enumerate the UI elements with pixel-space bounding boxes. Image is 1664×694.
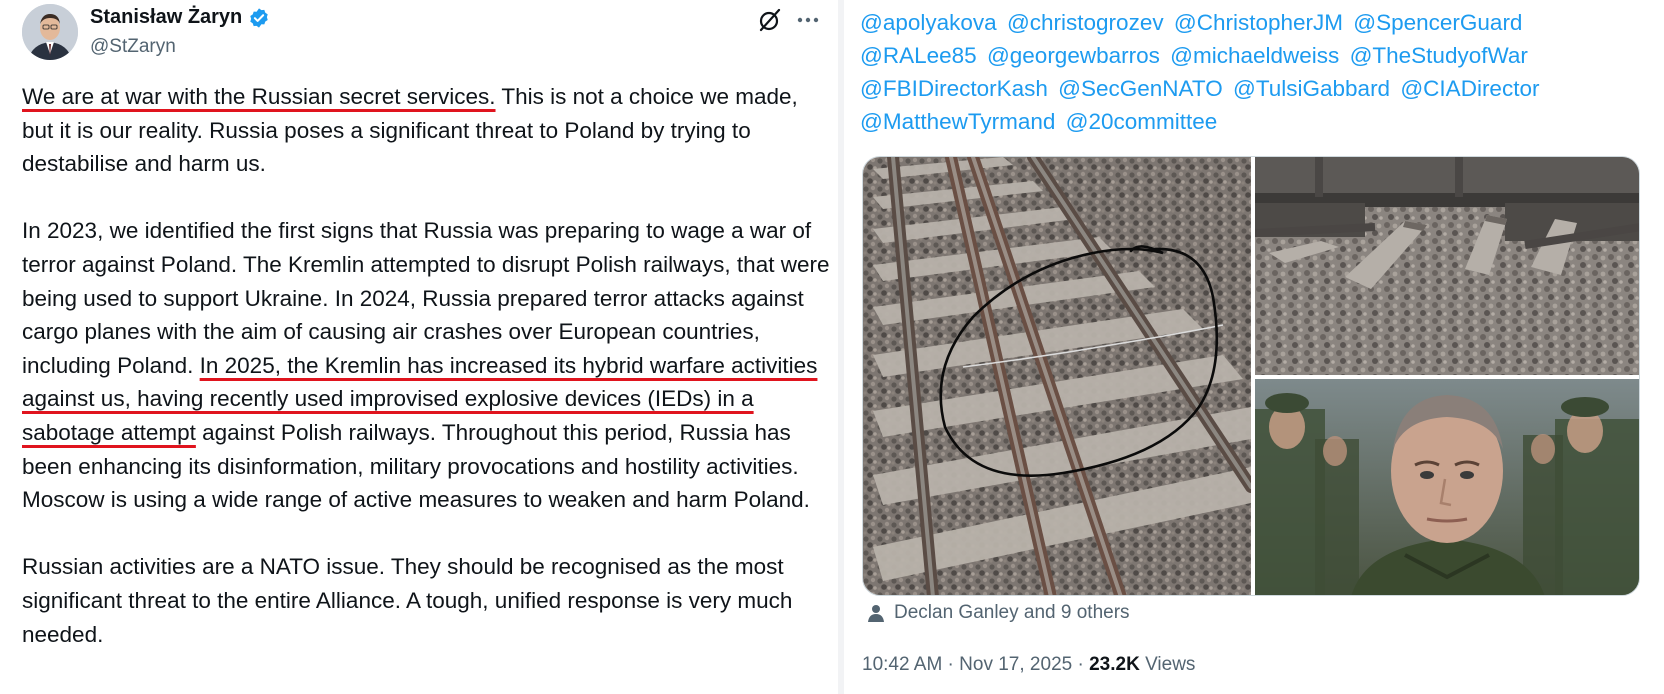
avatar[interactable]	[22, 4, 78, 60]
tweet-paragraph-1: We are at war with the Russian secret se…	[22, 80, 832, 181]
mentions-list: @apolyakova @christogrozev @ChristopherJ…	[860, 6, 1650, 138]
mention-link[interactable]: @TheStudyofWar	[1350, 43, 1528, 68]
tweet-paragraph-2: In 2023, we identified the first signs t…	[22, 214, 832, 516]
tweet-text: We are at war with the Russian secret se…	[22, 80, 832, 651]
underlined-text: We are at war with the Russian secret se…	[22, 84, 496, 109]
liked-by[interactable]: Declan Ganley and 9 others	[866, 602, 1130, 624]
grok-icon[interactable]	[756, 6, 784, 34]
mention-link[interactable]: @TulsiGabbard	[1233, 76, 1390, 101]
mention-link[interactable]: @SpencerGuard	[1353, 10, 1522, 35]
author-name-text: Stanisław Żaryn	[90, 6, 243, 28]
more-options-icon[interactable]	[794, 6, 822, 34]
views-count: 23.2K	[1089, 654, 1140, 675]
media-photo-damaged-track[interactable]	[1255, 157, 1639, 375]
tweet-right-panel: @apolyakova @christogrozev @ChristopherJ…	[844, 0, 1664, 694]
meta-separator: ·	[1072, 654, 1090, 675]
mention-link[interactable]: @michaeldweiss	[1170, 43, 1339, 68]
mention-link[interactable]: @MatthewTyrmand	[860, 109, 1055, 134]
mention-link[interactable]: @FBIDirectorKash	[860, 76, 1048, 101]
views-label: Views	[1139, 654, 1196, 675]
mention-link[interactable]: @RALee85	[860, 43, 977, 68]
person-icon	[868, 605, 884, 622]
author-handle[interactable]: @StZaryn	[90, 36, 176, 58]
mention-link[interactable]: @SecGenNATO	[1058, 76, 1223, 101]
mention-link[interactable]: @20committee	[1066, 109, 1218, 134]
tweet-paragraph-3: Russian activities are a NATO issue. The…	[22, 554, 793, 647]
author-name[interactable]: Stanisław Żaryn	[90, 6, 270, 29]
mention-link[interactable]: @christogrozev	[1007, 10, 1164, 35]
mention-link[interactable]: @apolyakova	[860, 10, 997, 35]
tweet-time[interactable]: 10:42 AM	[862, 654, 942, 675]
tweet-meta: 10:42 AM · Nov 17, 2025 · 23.2K Views	[862, 654, 1195, 676]
mention-link[interactable]: @ChristopherJM	[1174, 10, 1343, 35]
tweet-left-panel: Stanisław Żaryn @StZaryn We are at war w…	[0, 0, 838, 694]
media-photo-portrait-soldiers[interactable]	[1255, 379, 1639, 595]
mention-link[interactable]: @georgewbarros	[987, 43, 1160, 68]
verified-badge-icon	[250, 7, 268, 28]
media-photo-railway-track[interactable]	[863, 157, 1251, 595]
tweet-date[interactable]: Nov 17, 2025	[959, 654, 1072, 675]
liked-by-text: Declan Ganley and 9 others	[894, 602, 1130, 623]
mention-link[interactable]: @CIADirector	[1400, 76, 1539, 101]
meta-separator: ·	[942, 654, 960, 675]
media-grid	[862, 156, 1640, 596]
